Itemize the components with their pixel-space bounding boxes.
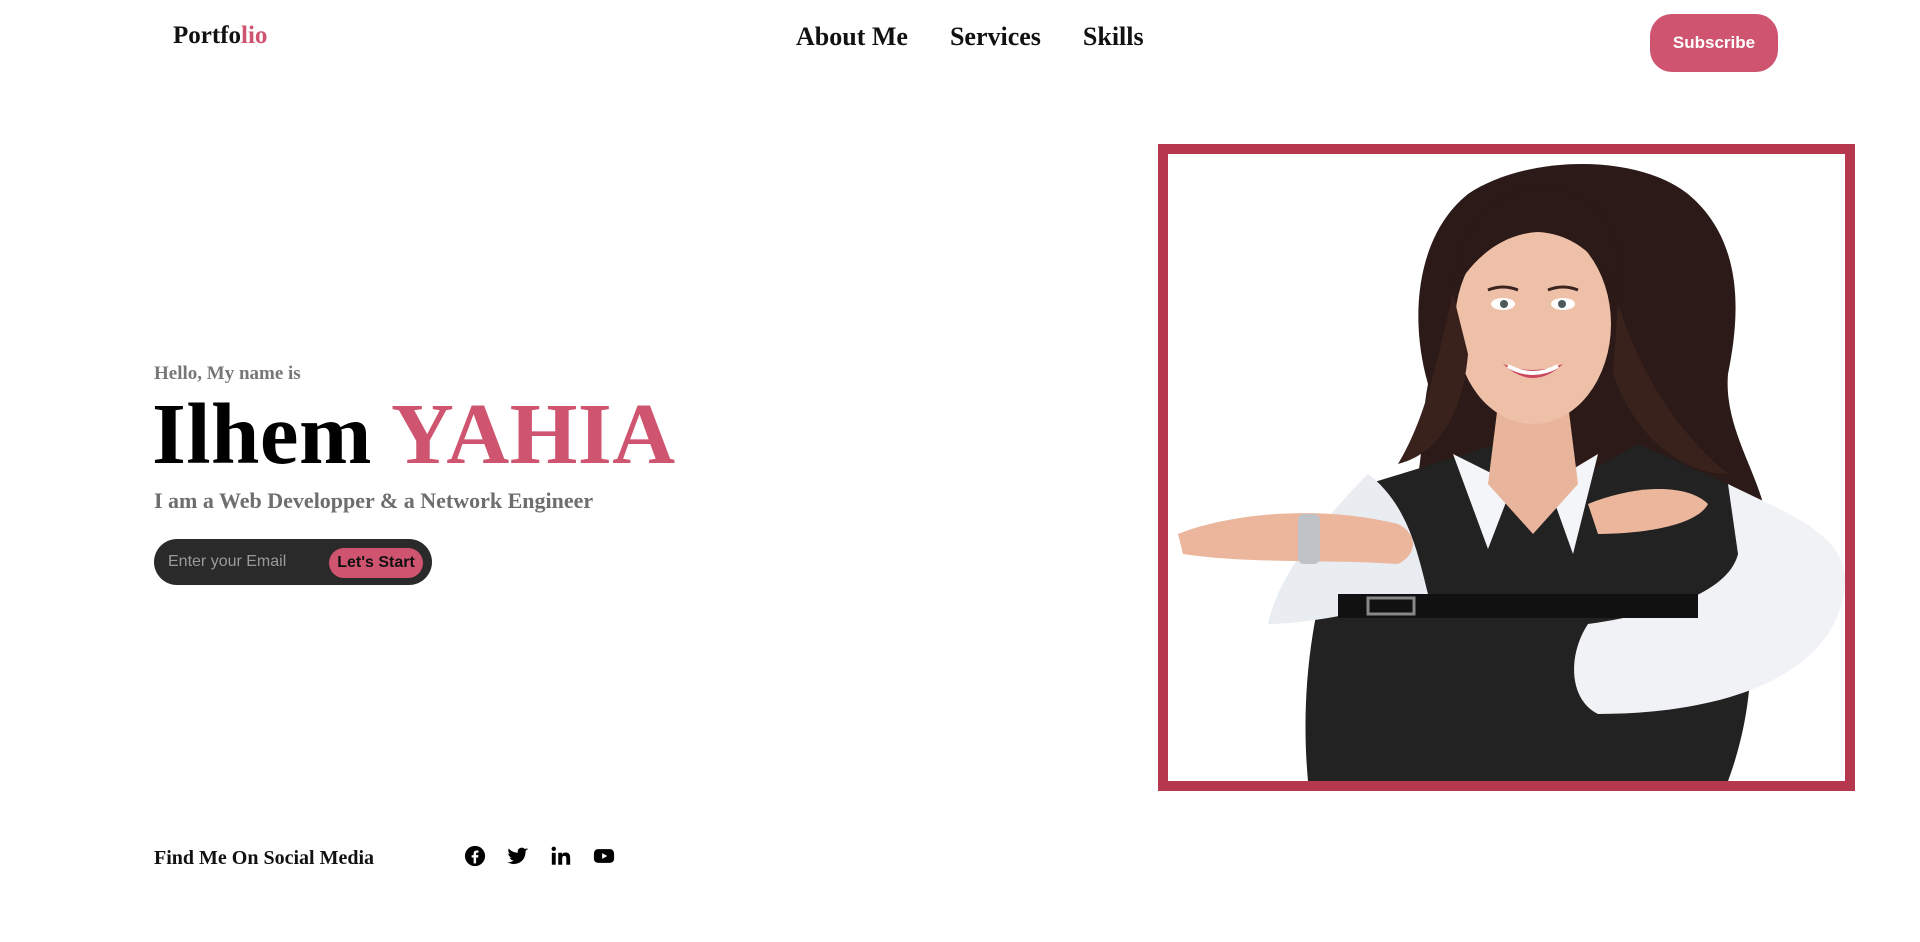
nav-skills[interactable]: Skills bbox=[1083, 22, 1144, 52]
logo-main-text: Portfo bbox=[173, 22, 242, 49]
email-input[interactable] bbox=[154, 552, 330, 572]
social-icons bbox=[464, 845, 615, 867]
nav-about-me[interactable]: About Me bbox=[796, 22, 908, 52]
hero-tagline: I am a Web Developper & a Network Engine… bbox=[154, 488, 594, 513]
nav-services[interactable]: Services bbox=[950, 22, 1041, 52]
linkedin-icon[interactable] bbox=[550, 845, 572, 867]
logo-accent-text: lio bbox=[241, 22, 268, 49]
twitter-icon[interactable] bbox=[507, 845, 529, 867]
hero-last-name: YAHIA bbox=[391, 385, 676, 482]
subscribe-button[interactable]: Subscribe bbox=[1650, 14, 1778, 72]
main-nav: About Me Services Skills bbox=[796, 22, 1144, 52]
youtube-icon[interactable] bbox=[593, 845, 615, 867]
hero-first-name: Ilhem bbox=[152, 385, 372, 482]
social-media-label: Find Me On Social Media bbox=[154, 847, 374, 869]
hero-greeting: Hello, My name is bbox=[154, 363, 301, 384]
profile-photo bbox=[1178, 164, 1845, 781]
facebook-icon[interactable] bbox=[464, 845, 486, 867]
lets-start-button[interactable]: Let's Start bbox=[329, 548, 423, 578]
hero-name: Ilhem YAHIA bbox=[152, 386, 676, 482]
email-signup-form: Let's Start bbox=[154, 539, 432, 585]
logo[interactable]: Portfolio bbox=[173, 22, 267, 50]
profile-photo-frame bbox=[1158, 144, 1855, 791]
